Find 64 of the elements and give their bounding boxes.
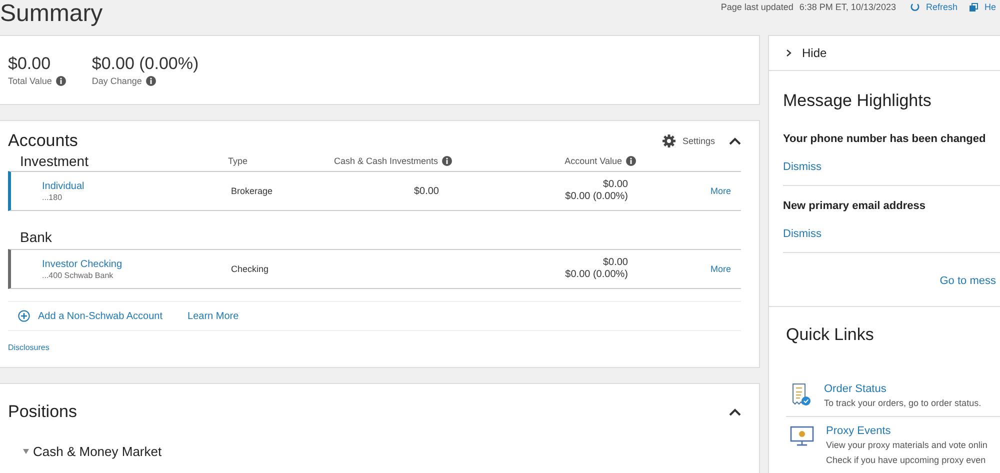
day-change-label: Day Change [92,76,142,86]
account-value: $0.00 [602,179,629,191]
monitor-icon [790,425,814,447]
messages-title: Message Highlights [783,91,932,111]
message-title: Your phone number has been changed [783,133,987,145]
account-name-link[interactable]: Individual [42,180,231,192]
account-type: Brokerage [231,186,274,196]
message-title: New primary email address [783,200,926,212]
refresh-icon[interactable] [910,2,920,12]
cash-value: $0.00 [414,186,439,196]
position-group-title[interactable]: Cash & Money Market [33,444,162,459]
add-icon[interactable] [18,310,30,322]
disclosure-triangle-icon[interactable] [23,449,29,454]
learn-more-link[interactable]: Learn More [188,310,239,322]
account-row[interactable]: Individual ...180 Brokerage $0.00 $0.00 $0.00 (0.00%) More [8,171,741,211]
info-icon[interactable] [626,156,636,166]
account-group-title: Bank [19,229,53,245]
disclosures-link[interactable]: Disclosures [8,343,50,352]
hide-bar[interactable]: Hide [768,35,1000,71]
positions-title: Positions [8,402,77,422]
info-icon[interactable] [56,76,66,86]
account-value: $0.00 [602,257,629,269]
more-link[interactable]: More [710,186,731,196]
settings-icon[interactable] [662,134,676,148]
add-account-link[interactable]: Add a Non-Schwab Account [18,310,163,322]
info-icon[interactable] [442,156,452,166]
hide-label[interactable]: Hide [802,46,827,60]
total-value: $0.00 [8,54,52,74]
dismiss-link[interactable]: Dismiss [783,161,822,173]
receipt-icon [790,383,812,407]
quick-link[interactable]: Proxy Events [826,425,988,437]
accounts-title: Accounts [8,131,78,151]
settings-link[interactable]: Settings [682,136,715,146]
last-updated-time: 6:38 PM ET, 10/13/2023 [799,2,896,12]
quick-links-title: Quick Links [786,325,875,345]
quick-link[interactable]: Order Status [824,383,982,395]
column-header: Type [228,156,249,166]
chevron-up-icon[interactable] [729,137,741,145]
quick-link-description: View your proxy materials and vote onlin [826,439,988,452]
account-change: $0.00 (0.00%) [564,269,629,281]
chevron-right-icon[interactable] [786,49,792,57]
day-change: $0.00 (0.00%) [92,54,199,74]
account-row[interactable]: Investor Checking ...400 Schwab Bank Checking $0.00 $0.00 (0.00%) More [8,249,741,289]
account-number: ...180 [42,192,64,202]
total-value-label: Total Value [8,76,52,86]
account-type: Checking [231,264,270,274]
quick-link-description: Check if you have upcoming proxy even [826,454,987,467]
column-header: Cash & Cash Investments [334,156,438,166]
account-group-title: Investment [19,153,90,169]
help-link[interactable]: He [984,2,996,12]
refresh-link[interactable]: Refresh [926,2,958,12]
column-header: Account Value [564,156,622,166]
account-name-link[interactable]: Investor Checking [42,258,231,270]
page-title: Summary [0,0,103,28]
quick-link-description: To track your orders, go to order status. [824,397,982,410]
last-updated-label: Page last updated [720,2,794,12]
chevron-up-icon[interactable] [729,408,741,416]
messages-link[interactable]: Go to mess [940,275,996,287]
window-icon[interactable] [969,2,978,12]
dismiss-link[interactable]: Dismiss [783,228,822,240]
info-icon[interactable] [146,76,156,86]
account-change: $0.00 (0.00%) [564,191,629,203]
account-number: ...400 Schwab Bank [42,270,114,280]
more-link[interactable]: More [710,264,731,274]
